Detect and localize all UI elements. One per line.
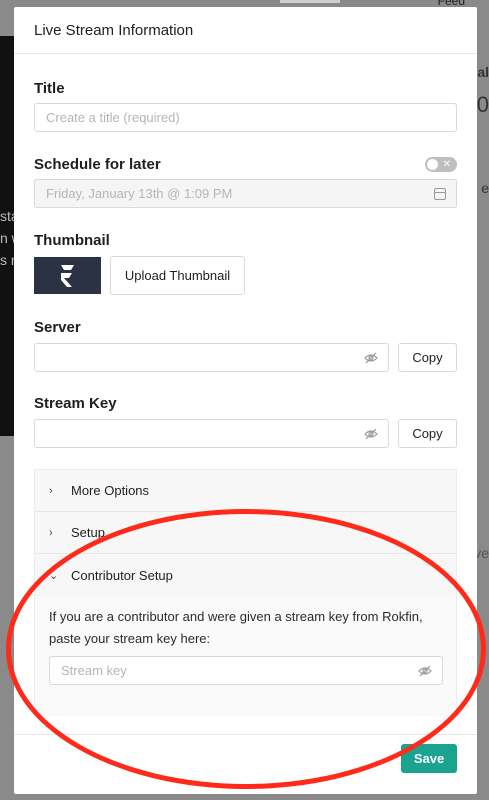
upload-thumbnail-label: Upload Thumbnail xyxy=(124,268,231,283)
eye-hidden-icon[interactable] xyxy=(418,664,432,678)
schedule-toggle[interactable]: ✕ xyxy=(425,157,457,172)
title-label: Title xyxy=(34,80,65,97)
chevron-right-icon: › xyxy=(49,526,53,539)
options-collapse: › More Options › Setup ⌄ Contributor Set… xyxy=(34,469,457,716)
server-label: Server xyxy=(34,319,81,336)
stream-key-input[interactable] xyxy=(34,419,389,448)
server-copy-button[interactable]: Copy xyxy=(398,343,457,372)
stream-key-label: Stream Key xyxy=(34,395,117,412)
background-text: e xyxy=(481,180,489,196)
server-input[interactable] xyxy=(34,343,389,372)
rokfin-logo-icon xyxy=(60,264,74,287)
contributor-stream-key-placeholder: Stream key xyxy=(61,663,127,678)
toggle-off-icon: ✕ xyxy=(442,159,451,170)
contributor-panel-body: If you are a contributor and were given … xyxy=(35,596,456,716)
contributor-stream-key-input[interactable]: Stream key xyxy=(49,656,443,685)
panel-label: More Options xyxy=(71,483,150,498)
panel-label: Setup xyxy=(71,525,105,540)
schedule-label: Schedule for later xyxy=(34,156,161,173)
title-placeholder: Create a title (required) xyxy=(46,110,180,125)
upload-thumbnail-button[interactable]: Upload Thumbnail xyxy=(110,256,245,295)
panel-label: Contributor Setup xyxy=(71,567,173,583)
title-input[interactable]: Create a title (required) xyxy=(34,103,457,132)
thumbnail-label: Thumbnail xyxy=(34,232,110,249)
chevron-right-icon: › xyxy=(49,484,53,497)
server-copy-label: Copy xyxy=(412,350,443,365)
calendar-icon xyxy=(434,188,446,200)
panel-more-options[interactable]: › More Options xyxy=(35,470,456,512)
modal-footer: Save xyxy=(14,734,477,794)
save-button[interactable]: Save xyxy=(401,744,457,773)
thumbnail-preview xyxy=(34,257,101,294)
eye-hidden-icon[interactable] xyxy=(364,427,378,441)
chevron-down-icon: ⌄ xyxy=(49,569,59,582)
modal-header: Live Stream Information xyxy=(14,7,477,54)
eye-hidden-icon[interactable] xyxy=(364,351,378,365)
toggle-knob xyxy=(427,159,438,170)
stream-key-copy-button[interactable]: Copy xyxy=(398,419,457,448)
background-text: 0 xyxy=(476,92,489,117)
background-topbar xyxy=(280,0,340,3)
modal-title: Live Stream Information xyxy=(34,21,194,39)
panel-contributor-setup[interactable]: ⌄ Contributor Setup xyxy=(35,554,456,596)
background-text: al xyxy=(477,64,489,80)
panel-setup[interactable]: › Setup xyxy=(35,512,456,554)
stream-key-copy-label: Copy xyxy=(412,426,443,441)
contributor-instructions: If you are a contributor and were given … xyxy=(49,609,423,646)
schedule-date-input[interactable]: Friday, January 13th @ 1:09 PM xyxy=(34,179,457,208)
schedule-date-value: Friday, January 13th @ 1:09 PM xyxy=(46,186,233,201)
live-stream-modal: Live Stream Information Title Create a t… xyxy=(14,7,477,794)
